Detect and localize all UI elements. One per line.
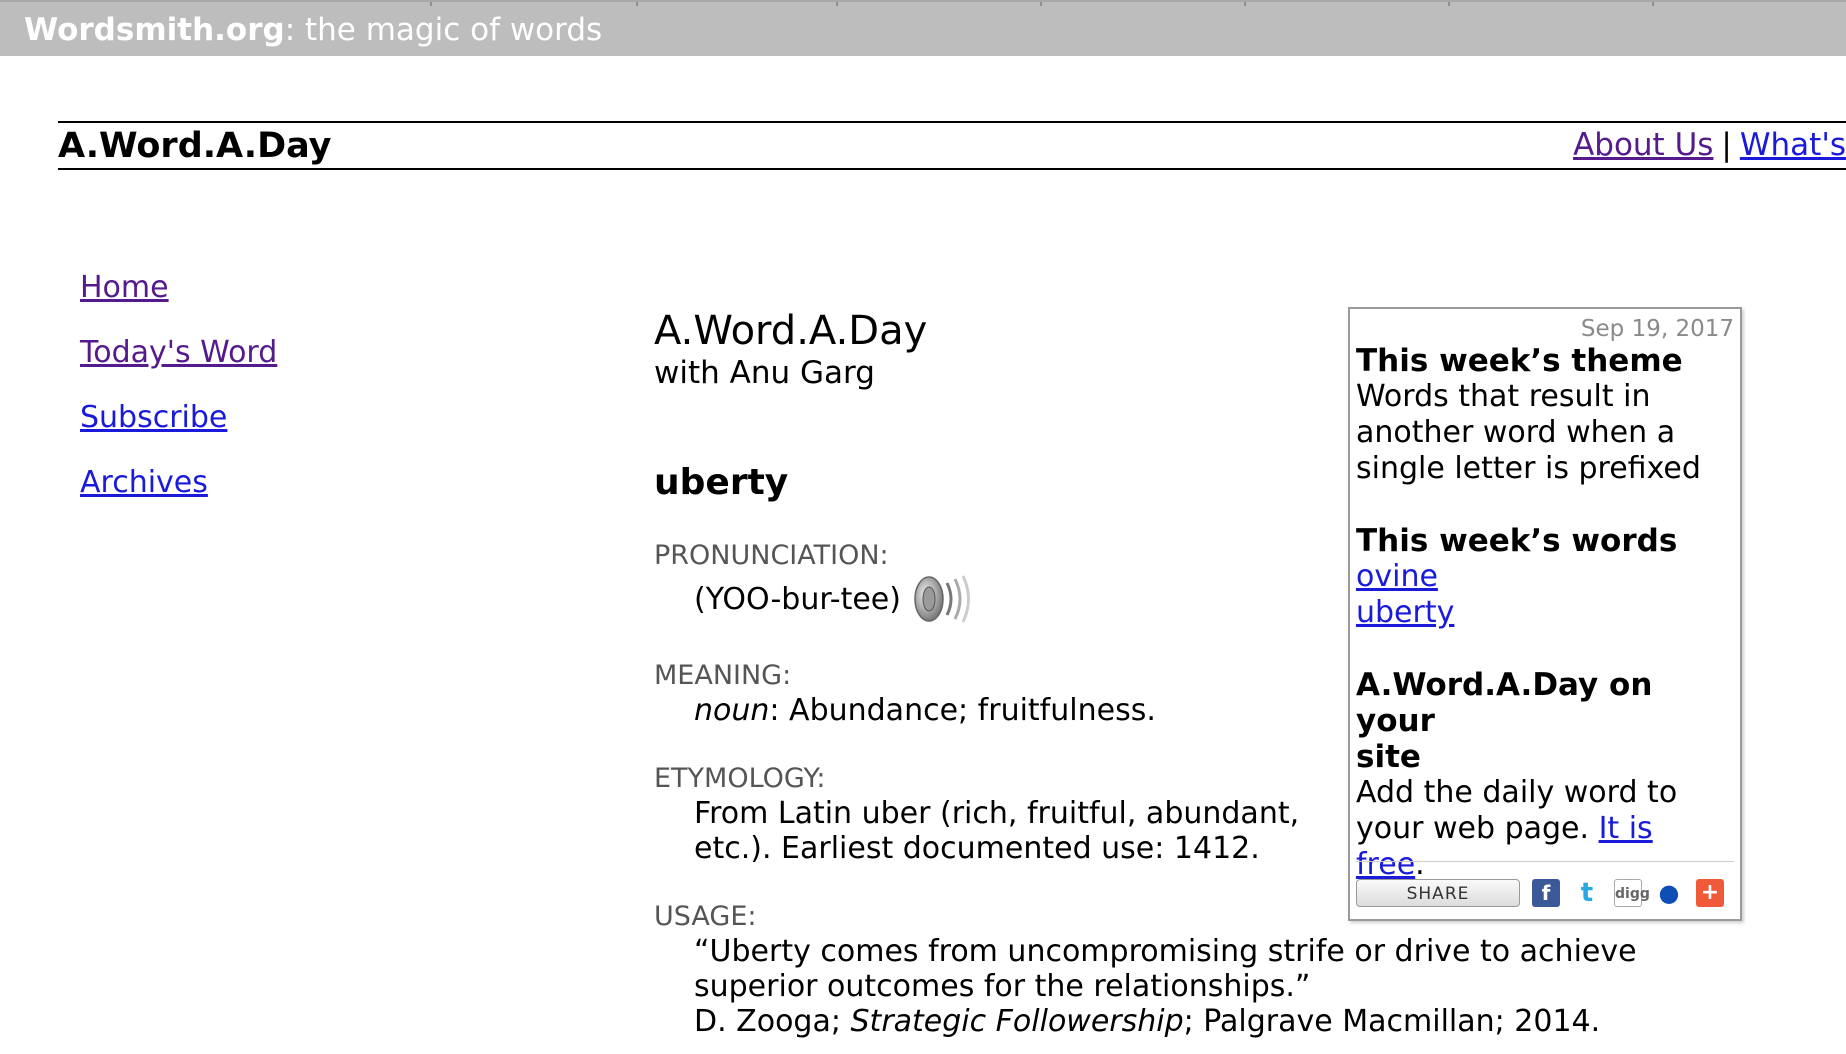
meaning-row: noun: Abundance; fruitfulness. [654, 693, 1354, 728]
etymology-label: ETYMOLOGY: [654, 763, 826, 794]
banner-tick [430, 2, 432, 6]
header-site-name: A.Word.A.Day [58, 126, 332, 166]
site-heading-line-2: site [1356, 739, 1421, 775]
myspace-icon[interactable]: ● [1655, 879, 1683, 907]
pronunciation-label: PRONUNCIATION: [654, 540, 889, 571]
share-button[interactable]: SHARE [1356, 879, 1520, 907]
banner-tick [836, 2, 838, 6]
site-period: . [1415, 847, 1425, 882]
nav-home-link[interactable]: Home [80, 270, 277, 335]
site-line-3: free. [1356, 847, 1734, 883]
entry-subtitle: with Anu Garg [654, 355, 875, 391]
usage-publisher: ; Palgrave Macmillan; 2014. [1183, 1004, 1601, 1039]
banner-tagline: : the magic of words [284, 12, 603, 48]
usage-label: USAGE: [654, 901, 757, 932]
pronunciation-text: (YOO-bur-tee) [694, 581, 901, 617]
share-divider [1356, 861, 1734, 862]
header-band: A.Word.A.Day About Us | What's [58, 121, 1846, 170]
header-separator: | [1721, 127, 1732, 163]
nav-archives-link[interactable]: Archives [80, 465, 277, 530]
nav-todays-word-link[interactable]: Today's Word [80, 335, 277, 400]
site-line-2: your web page. It is [1356, 811, 1734, 847]
usage-citation: D. Zooga; Strategic Followership; Palgra… [654, 1004, 1600, 1039]
pronunciation-row: (YOO-bur-tee) [654, 573, 1354, 625]
etymology-line-2: etc.). Earliest documented use: 1412. [694, 831, 1260, 866]
header-links: About Us | What's [1573, 127, 1846, 163]
site-line-2-text: your web page. [1356, 811, 1599, 846]
week-word-link-uberty[interactable]: uberty [1356, 595, 1734, 631]
meaning-part-of-speech: noun [694, 693, 770, 728]
word-headword: uberty [654, 462, 789, 503]
theme-line-3: single letter is prefixed [1356, 451, 1701, 486]
meaning-label: MEANING: [654, 660, 792, 691]
banner-tick [1244, 2, 1246, 6]
banner-site-name[interactable]: Wordsmith.org [24, 12, 285, 48]
it-is-free-link[interactable]: It is [1599, 811, 1653, 846]
it-is-free-link-continued[interactable]: free [1356, 847, 1415, 882]
issue-date: Sep 19, 2017 [1580, 316, 1734, 342]
usage-author: D. Zooga; [694, 1004, 851, 1039]
top-banner: Wordsmith.org: the magic of words [0, 0, 1846, 56]
banner-tick [1448, 2, 1450, 6]
weekly-info-box: Sep 19, 2017 This week’s theme Words tha… [1348, 307, 1742, 921]
usage-line-1: “Uberty comes from uncompromising strife… [694, 934, 1637, 969]
meaning-text: : Abundance; fruitfulness. [769, 693, 1156, 728]
theme-line-2: another word when a [1356, 415, 1676, 450]
banner-tick [1040, 2, 1042, 6]
entry-title: A.Word.A.Day [654, 308, 928, 354]
facebook-icon[interactable]: f [1532, 879, 1560, 907]
words-heading: This week’s words [1356, 523, 1678, 559]
banner-tick [636, 2, 638, 6]
site-heading-line-1: A.Word.A.Day on your [1356, 667, 1653, 739]
whats-new-link[interactable]: What's [1740, 127, 1846, 163]
week-word-link-ovine[interactable]: ovine [1356, 559, 1734, 595]
digg-icon[interactable]: digg [1614, 879, 1650, 907]
left-nav: Home Today's Word Subscribe Archives [80, 270, 277, 530]
nav-subscribe-link[interactable]: Subscribe [80, 400, 277, 465]
theme-line-1: Words that result in [1356, 379, 1651, 414]
twitter-icon[interactable]: t [1573, 879, 1601, 907]
usage-book-title: Strategic Followership [850, 1004, 1184, 1039]
share-bar: SHARE f t digg ● + [1356, 879, 1737, 907]
etymology-line-1: From Latin uber (rich, fruitful, abundan… [694, 796, 1300, 831]
more-plus-icon[interactable]: + [1696, 879, 1724, 907]
theme-heading: This week’s theme [1356, 343, 1683, 379]
usage-line-2: superior outcomes for the relationships.… [694, 969, 1311, 1004]
speaker-icon[interactable] [911, 573, 975, 625]
banner-tick [1652, 2, 1654, 6]
site-line-1: Add the daily word to [1356, 775, 1678, 810]
about-us-link[interactable]: About Us [1573, 127, 1713, 163]
word-entry: A.Word.A.Day with Anu Garg uberty PRONUN… [654, 308, 1637, 1039]
